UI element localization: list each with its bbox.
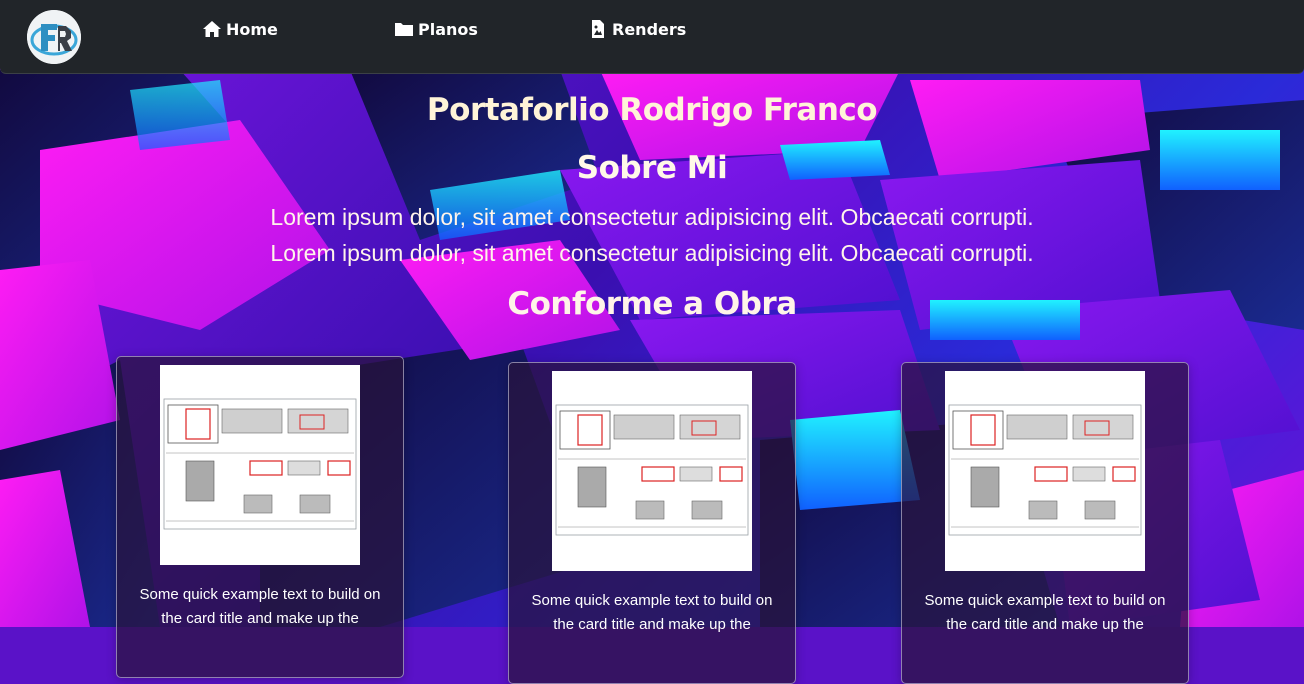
blueprint-image xyxy=(160,365,360,565)
fr-logo-icon xyxy=(27,10,81,64)
nav-renders-label: Renders xyxy=(612,19,687,39)
nav-renders-link[interactable]: Renders xyxy=(588,18,686,40)
about-paragraph-line-1: Lorem ipsum dolor, sit amet consectetur … xyxy=(270,204,1034,230)
card-text: Some quick example text to build on the … xyxy=(531,592,773,633)
blueprint-image xyxy=(552,371,752,571)
about-paragraph-line-2: Lorem ipsum dolor, sit amet consectetur … xyxy=(270,240,1034,266)
blueprint-drawing xyxy=(163,398,357,530)
blueprint-drawing xyxy=(555,404,749,536)
site-logo[interactable] xyxy=(27,10,81,64)
blueprint-image xyxy=(945,371,1145,571)
nav-planos-label: Planos xyxy=(418,19,478,39)
project-card[interactable]: Some quick example text to build on the … xyxy=(901,362,1189,684)
folder-icon xyxy=(394,20,414,38)
works-heading: Conforme a Obra xyxy=(507,286,797,322)
nav-home-link[interactable]: Home xyxy=(202,18,278,40)
top-navbar: Home Planos Renders xyxy=(0,0,1304,74)
project-card[interactable]: Some quick example text to build on the … xyxy=(508,362,796,684)
card-text: Some quick example text to build on the … xyxy=(139,586,381,627)
project-card[interactable]: Some quick example text to build on the … xyxy=(116,356,404,678)
home-icon xyxy=(202,20,222,38)
page-title: Portaforlio Rodrigo Franco xyxy=(426,92,878,128)
nav-home-label: Home xyxy=(226,19,278,39)
about-heading: Sobre Mi xyxy=(576,150,728,186)
blueprint-drawing xyxy=(948,404,1142,536)
file-image-icon xyxy=(588,20,608,38)
card-text: Some quick example text to build on the … xyxy=(924,592,1166,633)
nav-planos-link[interactable]: Planos xyxy=(394,18,478,40)
